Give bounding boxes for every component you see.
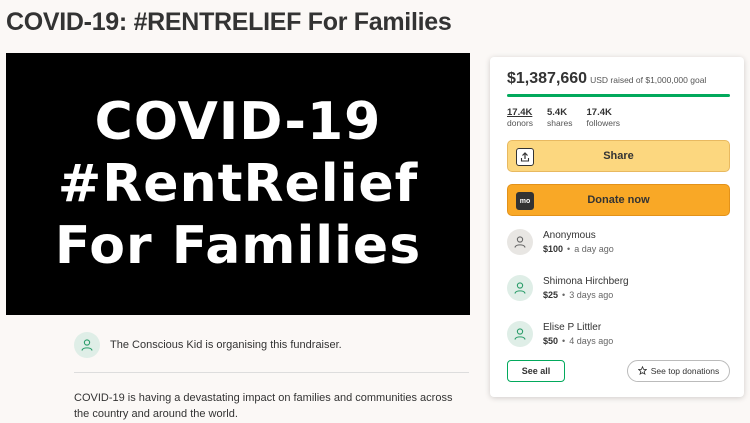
progress-fill: [507, 94, 730, 97]
star-icon: [637, 365, 648, 377]
share-button[interactable]: Share: [507, 140, 730, 172]
donation-amount: $100: [543, 244, 564, 254]
see-top-donations-label: See top donations: [650, 366, 720, 376]
donation-time: 4 days ago: [569, 336, 614, 346]
page-title: COVID-19: #RENTRELIEF For Families: [6, 8, 452, 36]
donation-amount: $25: [543, 290, 559, 300]
share-button-label: Share: [603, 150, 634, 162]
donation-item: Anonymous $100 • a day ago: [507, 225, 730, 259]
stat-donors-value: 17.4K: [507, 107, 533, 118]
stat-shares-label: shares: [547, 118, 573, 128]
donor-name: Shimona Hirchberg: [543, 276, 629, 287]
gofundme-icon: mo: [516, 192, 534, 210]
stat-shares-value: 5.4K: [547, 107, 568, 118]
progress-bar: [507, 94, 730, 97]
organiser-avatar-icon: [74, 332, 100, 358]
organiser-row: The Conscious Kid is organising this fun…: [74, 330, 469, 360]
donation-sidebar: $1,387,660 USD raised of $1,000,000 goal…: [490, 57, 744, 397]
donor-avatar-icon: [507, 229, 533, 255]
donation-time: 3 days ago: [569, 290, 614, 300]
donor-avatar-icon: [507, 275, 533, 301]
hero-image: COVID-19 #RentRelief For Families: [6, 53, 470, 315]
donation-item: Elise P Littler $50 • 4 days ago: [507, 317, 730, 351]
donation-item: Shimona Hirchberg $25 • 3 days ago: [507, 271, 730, 305]
donate-now-button[interactable]: mo Donate now: [507, 184, 730, 216]
donor-name: Anonymous: [543, 230, 596, 241]
stat-donors[interactable]: 17.4K donors: [507, 107, 533, 128]
stat-donors-label: donors: [507, 118, 533, 128]
see-top-donations-button[interactable]: See top donations: [627, 360, 730, 382]
stats-row: 17.4K donors 5.4K shares 17.4K followers: [507, 107, 620, 128]
donation-time: a day ago: [574, 244, 614, 254]
stat-shares: 5.4K shares: [547, 107, 573, 128]
donor-avatar-icon: [507, 321, 533, 347]
hero-line-1: COVID-19: [94, 92, 382, 152]
story-text: COVID-19 is having a devastating impact …: [74, 392, 453, 420]
amount-raised-value: $1,387,660: [507, 70, 588, 87]
donate-button-label: Donate now: [587, 194, 650, 206]
organiser-text: The Conscious Kid is organising this fun…: [110, 339, 342, 351]
donor-name: Elise P Littler: [543, 322, 602, 333]
hero-line-2: #RentRelief: [57, 154, 419, 214]
goal-text: USD raised of $1,000,000 goal: [590, 75, 707, 85]
see-all-button[interactable]: See all: [507, 360, 565, 382]
donation-amount: $50: [543, 336, 559, 346]
stat-followers-value: 17.4K: [586, 107, 612, 118]
share-upload-icon: [516, 148, 534, 166]
stat-followers: 17.4K followers: [587, 107, 621, 128]
amount-raised: $1,387,660 USD raised of $1,000,000 goal: [507, 70, 706, 88]
section-divider: [74, 372, 469, 373]
stat-followers-label: followers: [586, 118, 621, 128]
hero-line-3: For Families: [54, 216, 422, 276]
